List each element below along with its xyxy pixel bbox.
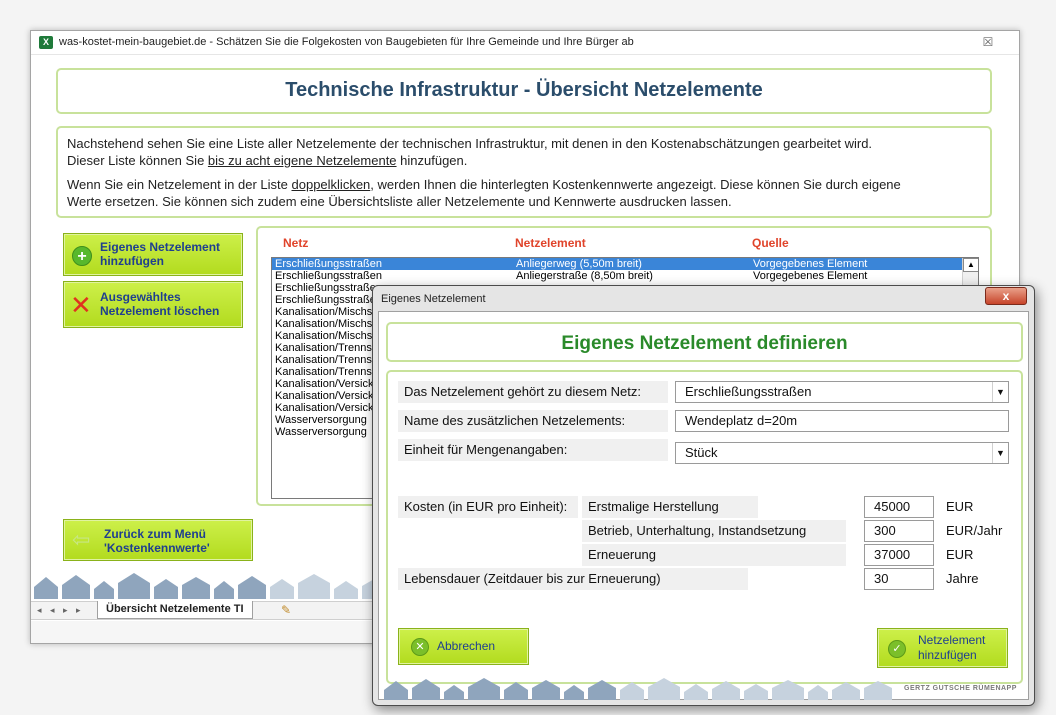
erneuerung-unit: EUR — [946, 547, 974, 562]
button-label: Eigenes Netzelement — [100, 240, 221, 254]
dialog-titlebar: Eigenes Netzelement x — [373, 286, 1034, 311]
delete-icon: ✕ — [70, 290, 92, 320]
sheet-tab[interactable]: Übersicht Netzelemente TI — [97, 601, 253, 619]
row-netzelement: Anliegerstraße (8,50m breit) — [516, 270, 653, 282]
main-titlebar: X was-kostet-mein-baugebiet.de - Schätze… — [31, 31, 1019, 55]
sheet-nav-arrows[interactable]: ◂ ◂ ▸ ▸ — [37, 605, 84, 616]
herstellung-input[interactable]: 45000 — [864, 496, 934, 518]
skyline-decoration — [34, 573, 390, 599]
info-panel: Nachstehend sehen Sie eine Liste aller N… — [56, 126, 992, 218]
row-quelle: Vorgegebenes Element — [753, 270, 868, 282]
delete-netzelement-button[interactable]: ✕ Ausgewähltes Netzelement löschen — [63, 281, 243, 328]
brand-logo-text: GERTZ GUTSCHE RÜMENAPP — [904, 685, 1017, 692]
add-netzelement-button[interactable]: + Eigenes Netzelement hinzufügen — [63, 233, 243, 276]
info-text: , werden Ihnen die hinterlegten Kostenke… — [370, 177, 901, 192]
name-label: Name des zusätzlichen Netzelements: — [398, 410, 668, 432]
dialog-header-panel: Eigenes Netzelement definieren — [386, 322, 1023, 362]
netz-select-value: Erschließungsstraßen — [685, 384, 812, 399]
lebensdauer-input[interactable]: 30 — [864, 568, 934, 590]
kosten-label: Kosten (in EUR pro Einheit): — [398, 496, 578, 518]
info-link: doppelklicken — [291, 177, 371, 192]
check-icon: ✓ — [888, 640, 906, 658]
table-row[interactable]: Erschließungsstraßen Anliegerstraße (8,50… — [272, 270, 962, 282]
button-label: Zurück zum Menü — [104, 527, 207, 541]
name-input[interactable]: Wendeplatz d=20m — [675, 410, 1009, 432]
erneuerung-label: Erneuerung — [582, 544, 846, 566]
new-sheet-icon[interactable]: ✎ — [281, 603, 291, 617]
header-panel: Technische Infrastruktur - Übersicht Net… — [56, 68, 992, 114]
info-text: Dieser Liste können Sie — [67, 153, 208, 168]
button-label: Ausgewähltes — [100, 290, 181, 304]
row-netz: Erschließungsstraßen — [275, 270, 382, 282]
submit-label: Netzelement — [918, 633, 986, 647]
dialog-title: Eigenes Netzelement — [381, 293, 486, 305]
close-icon[interactable]: ☒ — [981, 35, 995, 49]
cancel-icon: ✕ — [411, 638, 429, 656]
chevron-down-icon[interactable]: ▼ — [992, 443, 1008, 463]
betrieb-input[interactable]: 300 — [864, 520, 934, 542]
info-text: hinzufügen. — [396, 153, 468, 168]
herstellung-label: Erstmalige Herstellung — [582, 496, 758, 518]
add-netzelement-submit-button[interactable]: ✓ Netzelement hinzufügen — [877, 628, 1008, 668]
table-row[interactable]: Erschließungsstraßen Anliegerweg (5,50m b… — [272, 258, 962, 270]
info-text: Wenn Sie ein Netzelement in der Liste — [67, 177, 292, 192]
row-quelle: Vorgegebenes Element — [753, 258, 868, 270]
cancel-label: Abbrechen — [437, 639, 496, 653]
einheit-select[interactable]: Stück ▼ — [675, 442, 1009, 464]
column-header-netz: Netz — [283, 236, 309, 250]
einheit-label: Einheit für Mengenangaben: — [398, 439, 668, 461]
chevron-down-icon[interactable]: ▼ — [992, 382, 1008, 402]
dialog-close-button[interactable]: x — [985, 287, 1027, 305]
cancel-button[interactable]: ✕ Abbrechen — [398, 628, 529, 665]
herstellung-unit: EUR — [946, 499, 974, 514]
button-label: 'Kostenkennwerte' — [104, 541, 210, 555]
plus-icon: + — [72, 246, 92, 266]
betrieb-unit: EUR/Jahr — [946, 523, 1003, 538]
einheit-select-value: Stück — [685, 445, 718, 460]
eigenes-netzelement-dialog: Eigenes Netzelement x Eigenes Netzelemen… — [372, 285, 1035, 706]
row-netz: Erschließungsstraßen — [275, 258, 382, 270]
back-to-menu-button[interactable]: ⇦ Zurück zum Menü 'Kostenkennwerte' — [63, 519, 253, 561]
netz-label: Das Netzelement gehört zu diesem Netz: — [398, 381, 668, 403]
scroll-up-icon[interactable]: ▲ — [963, 258, 978, 272]
button-label: Netzelement löschen — [100, 304, 220, 318]
row-netz: Wasserversorgung — [275, 414, 367, 426]
dialog-heading: Eigenes Netzelement definieren — [561, 333, 848, 354]
page-title: Technische Infrastruktur - Übersicht Net… — [285, 79, 763, 101]
info-text: Wenn Sie ein Netzelement in der Liste do… — [67, 177, 901, 192]
excel-icon: X — [39, 36, 53, 49]
row-netzelement: Anliegerweg (5,50m breit) — [516, 258, 642, 270]
info-text: Nachstehend sehen Sie eine Liste aller N… — [67, 136, 873, 151]
info-text: Werte ersetzen. Sie können sich zudem ei… — [67, 194, 732, 209]
info-text: Dieser Liste können Sie bis zu acht eige… — [67, 153, 467, 168]
column-header-quelle: Quelle — [752, 236, 789, 250]
submit-label: hinzufügen — [918, 648, 977, 662]
column-header-netzelement: Netzelement — [515, 236, 586, 250]
lebensdauer-unit: Jahre — [946, 571, 979, 586]
dialog-content: Eigenes Netzelement definieren Das Netze… — [378, 311, 1029, 700]
betrieb-label: Betrieb, Unterhaltung, Instandsetzung — [582, 520, 846, 542]
erneuerung-input[interactable]: 37000 — [864, 544, 934, 566]
button-label: hinzufügen — [100, 254, 164, 268]
row-netz: Wasserversorgung — [275, 426, 367, 438]
window-title: was-kostet-mein-baugebiet.de - Schätzen … — [59, 36, 634, 48]
row-netz: Erschließungsstraßen — [275, 294, 382, 306]
info-link: bis zu acht eigene Netzelemente — [207, 153, 397, 168]
arrow-left-icon: ⇦ — [72, 527, 91, 552]
lebensdauer-label: Lebensdauer (Zeitdauer bis zur Erneuerun… — [398, 568, 748, 590]
netz-select[interactable]: Erschließungsstraßen ▼ — [675, 381, 1009, 403]
row-netz: Erschließungsstraßen — [275, 282, 382, 294]
